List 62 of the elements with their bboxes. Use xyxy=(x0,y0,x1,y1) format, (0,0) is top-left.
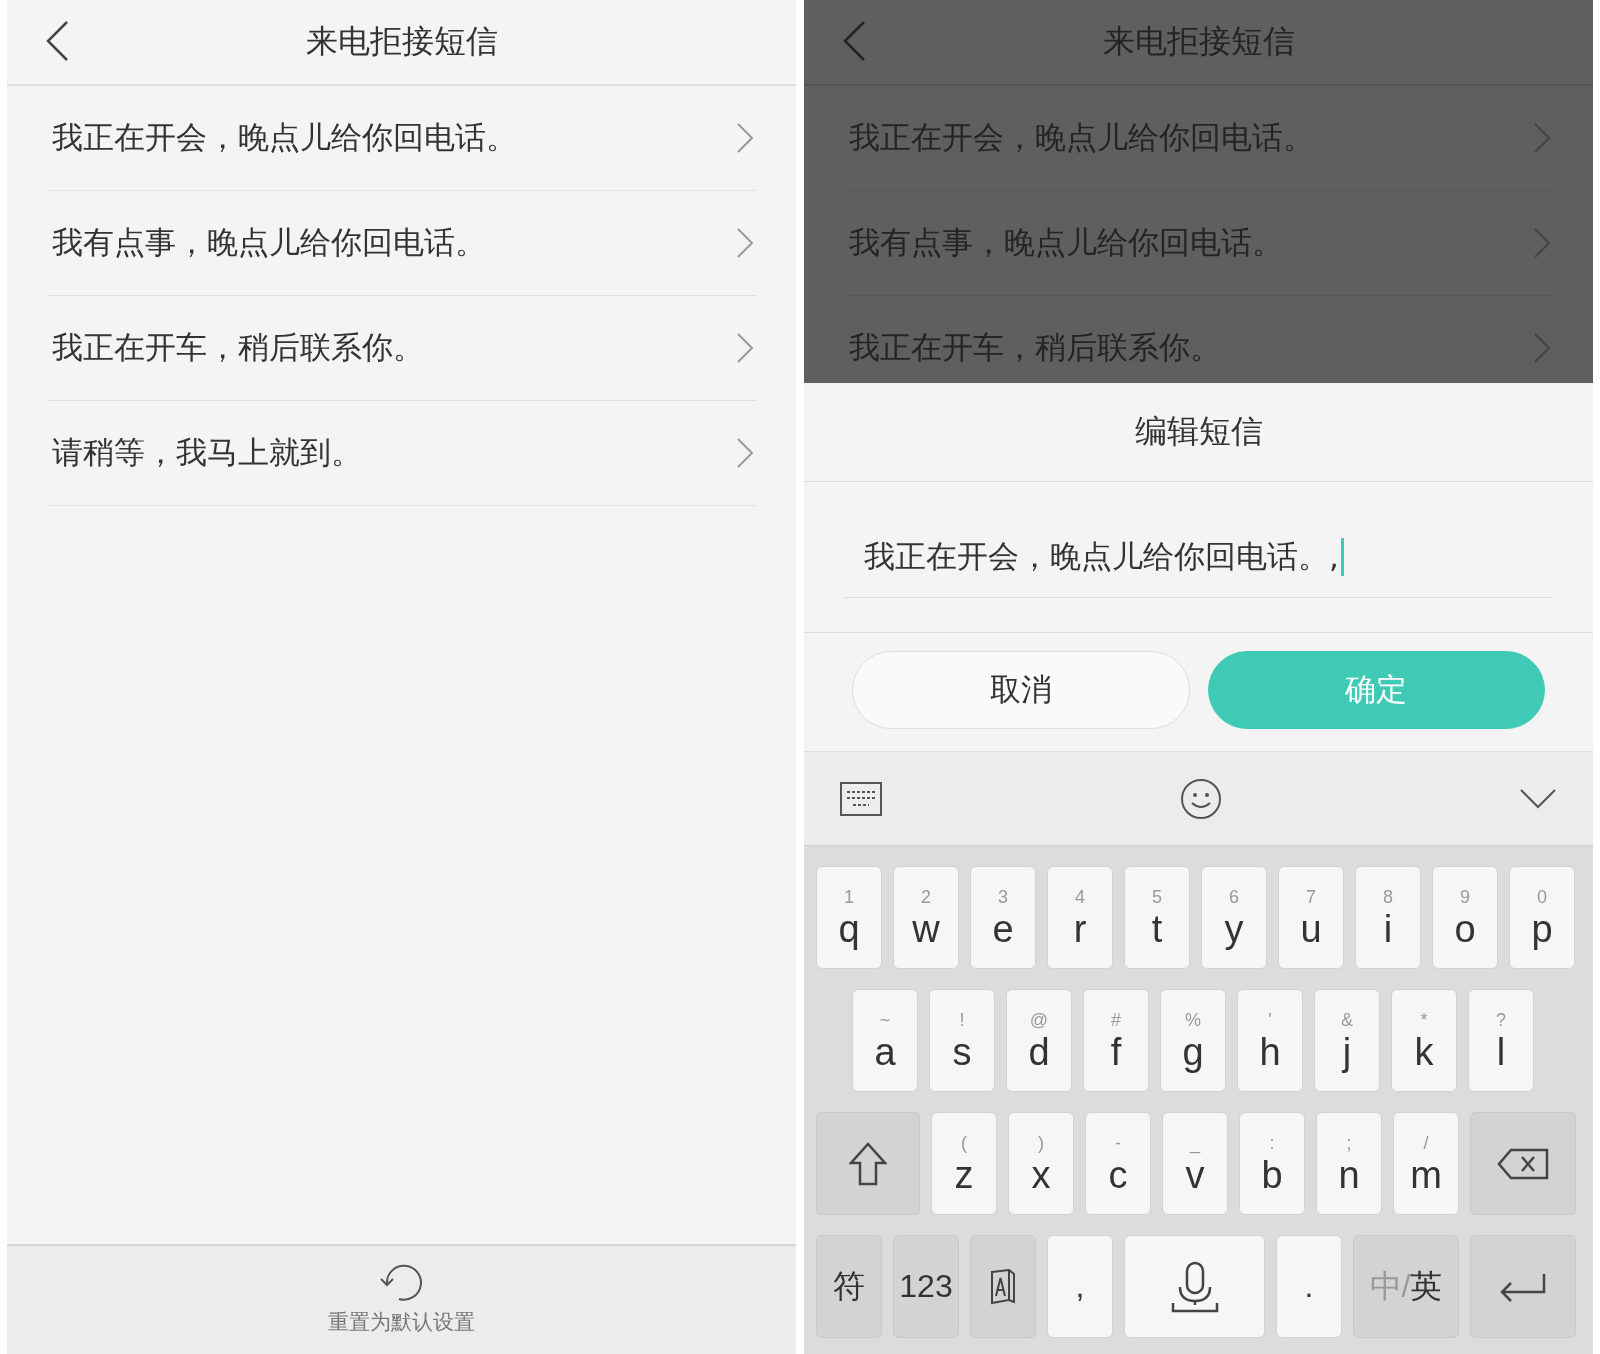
chevron-right-icon xyxy=(736,332,754,364)
chevron-right-icon xyxy=(736,122,754,154)
key[interactable]: 1 q xyxy=(816,866,882,969)
key[interactable]: 4 r xyxy=(1047,866,1113,969)
key[interactable]: - c xyxy=(1085,1112,1151,1215)
message-text[interactable]: 请稍等，我马上就到。 xyxy=(47,432,362,474)
dialog-title: 编辑短信 xyxy=(804,383,1593,482)
key[interactable]: _ v xyxy=(1162,1112,1228,1215)
key[interactable]: ? l xyxy=(1468,989,1534,1092)
chevron-right-icon xyxy=(1533,227,1551,259)
key[interactable]: ) x xyxy=(1008,1112,1074,1215)
key[interactable]: 9 o xyxy=(1432,866,1498,969)
microphone-icon xyxy=(1170,1260,1219,1313)
message-input[interactable]: 我正在开会，晚点儿给你回电话。, xyxy=(844,516,1553,598)
voice-key[interactable] xyxy=(1124,1235,1265,1338)
punctuation-key[interactable]: , xyxy=(1047,1235,1113,1338)
screen-title: 来电拒接短信 xyxy=(305,21,498,62)
back-icon[interactable] xyxy=(45,20,69,62)
key[interactable]: @ d xyxy=(1006,989,1072,1092)
cancel-button[interactable]: 取消 xyxy=(852,651,1190,729)
key[interactable]: 7 u xyxy=(1278,866,1344,969)
shift-icon xyxy=(849,1141,887,1186)
backspace-icon xyxy=(1497,1147,1549,1180)
key[interactable]: # f xyxy=(1083,989,1149,1092)
letter-a-book-icon xyxy=(989,1268,1017,1305)
reset-button[interactable]: 重置为默认设置 xyxy=(328,1246,475,1336)
key[interactable]: ' h xyxy=(1237,989,1303,1092)
key[interactable]: * k xyxy=(1391,989,1457,1092)
language-key[interactable]: 中/英 xyxy=(1353,1235,1459,1338)
chevron-right-icon xyxy=(736,437,754,469)
backspace-key[interactable] xyxy=(1470,1112,1576,1215)
key[interactable]: ~ a xyxy=(852,989,918,1092)
key[interactable]: % g xyxy=(1160,989,1226,1092)
collapse-icon[interactable] xyxy=(1519,787,1557,810)
ime-key[interactable] xyxy=(970,1235,1036,1338)
enter-icon xyxy=(1499,1271,1547,1302)
chevron-right-icon xyxy=(736,227,754,259)
message-text[interactable]: 我有点事，晚点儿给你回电话。 xyxy=(47,222,486,264)
chevron-right-icon xyxy=(1533,332,1551,364)
key[interactable]: 6 y xyxy=(1201,866,1267,969)
shift-key[interactable] xyxy=(816,1112,920,1215)
key[interactable]: 2 w xyxy=(893,866,959,969)
function-key[interactable]: 符 xyxy=(816,1235,882,1338)
message-text[interactable]: 我正在开会，晚点儿给你回电话。 xyxy=(47,117,517,159)
key[interactable]: : b xyxy=(1239,1112,1305,1215)
key[interactable]: / m xyxy=(1393,1112,1459,1215)
screen-title: 来电拒接短信 xyxy=(1102,21,1295,62)
chevron-right-icon xyxy=(1533,122,1551,154)
reset-icon xyxy=(378,1262,425,1304)
key[interactable]: 5 t xyxy=(1124,866,1190,969)
key[interactable]: ! s xyxy=(929,989,995,1092)
function-key[interactable]: 123 xyxy=(893,1235,959,1338)
key[interactable]: ( z xyxy=(931,1112,997,1215)
emoji-icon[interactable] xyxy=(1179,777,1222,820)
key[interactable]: 0 p xyxy=(1509,866,1575,969)
key[interactable]: 3 e xyxy=(970,866,1036,969)
keyboard-icon[interactable] xyxy=(840,781,882,816)
key[interactable]: 8 i xyxy=(1355,866,1421,969)
key[interactable]: ; n xyxy=(1316,1112,1382,1215)
message-text[interactable]: 我正在开车，稍后联系你。 xyxy=(47,327,424,369)
key[interactable]: & j xyxy=(1314,989,1380,1092)
punctuation-key[interactable]: . xyxy=(1276,1235,1342,1338)
